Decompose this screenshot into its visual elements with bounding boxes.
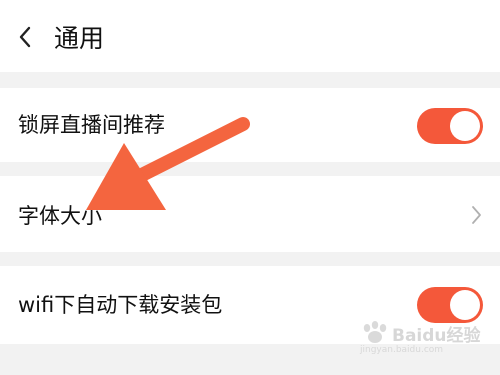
live-recommend-toggle[interactable] — [417, 108, 483, 144]
watermark: Baidu经验 jingyan.baidu.com — [360, 321, 481, 361]
settings-page: 通用 锁屏直播间推荐 字体大小 wifi下自动下载安装包 Baidu经验 jin… — [0, 0, 500, 375]
chevron-left-icon — [19, 26, 31, 48]
setting-label: 字体大小 — [18, 204, 102, 228]
chevron-right-icon — [472, 206, 481, 224]
toggle-knob — [450, 111, 480, 141]
setting-label: wifi下自动下载安装包 — [18, 293, 223, 317]
setting-row-font-size[interactable]: 字体大小 — [0, 176, 500, 252]
setting-label: 锁屏直播间推荐 — [18, 113, 165, 137]
watermark-brand: Baidu经验 — [392, 326, 481, 346]
back-button[interactable] — [10, 22, 40, 52]
wifi-download-toggle[interactable] — [417, 287, 483, 323]
page-title: 通用 — [54, 24, 105, 53]
toggle-knob — [450, 290, 480, 320]
watermark-url: jingyan.baidu.com — [360, 345, 444, 355]
header-bar: 通用 — [0, 0, 500, 72]
setting-row-live-recommend: 锁屏直播间推荐 — [0, 88, 500, 162]
paw-logo-icon — [363, 321, 387, 343]
